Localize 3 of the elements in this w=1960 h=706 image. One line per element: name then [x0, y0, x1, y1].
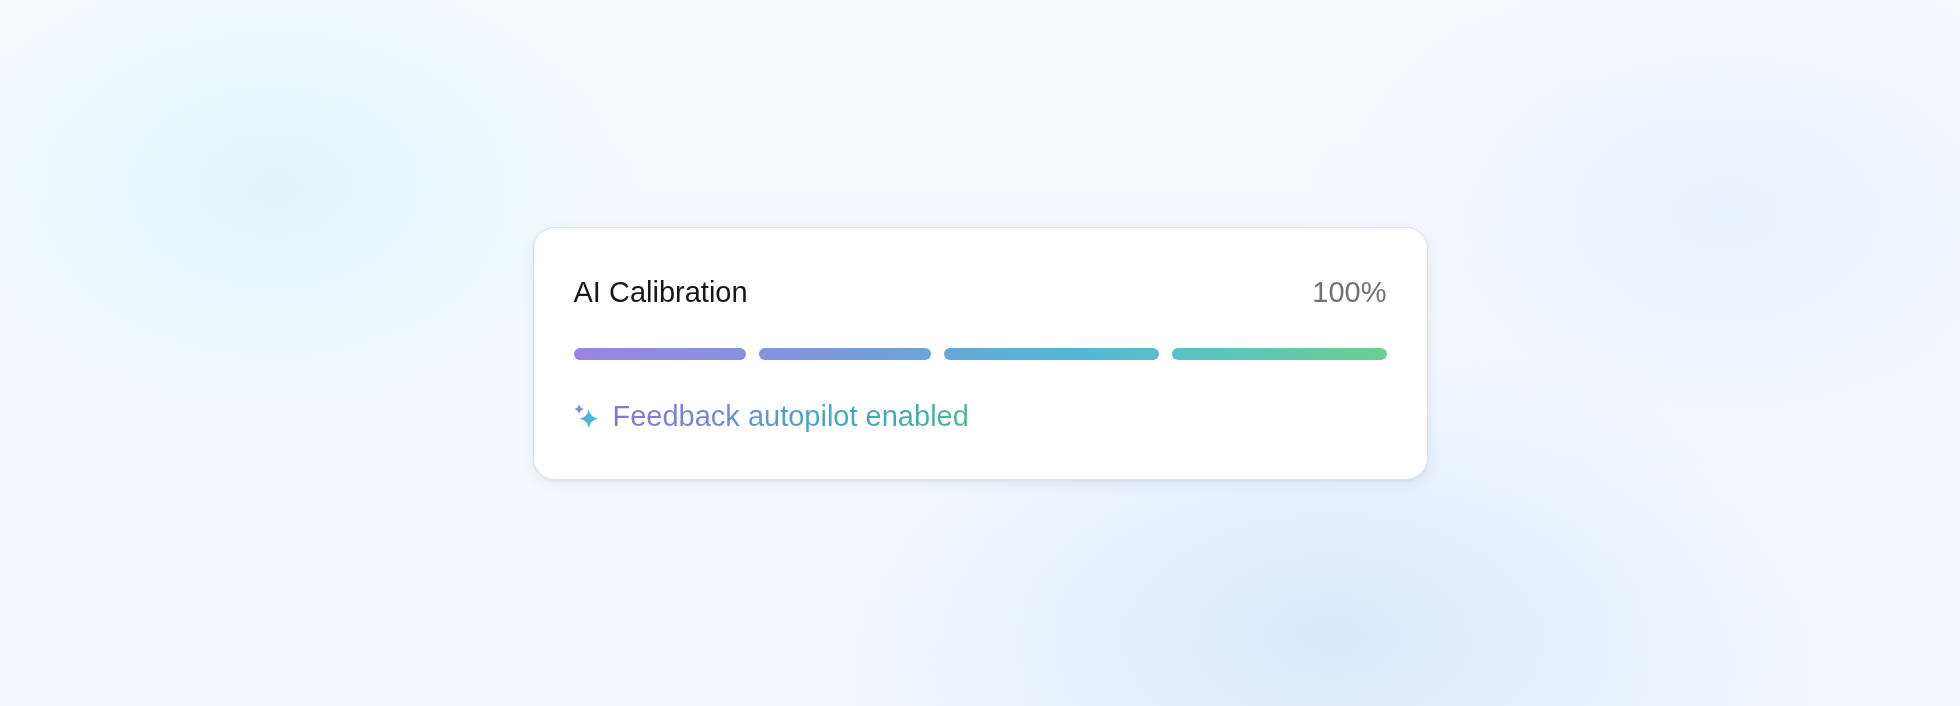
card-title: AI Calibration [573, 275, 748, 308]
percent-label: 100% [1312, 275, 1387, 308]
sparkle-icon [573, 403, 598, 428]
